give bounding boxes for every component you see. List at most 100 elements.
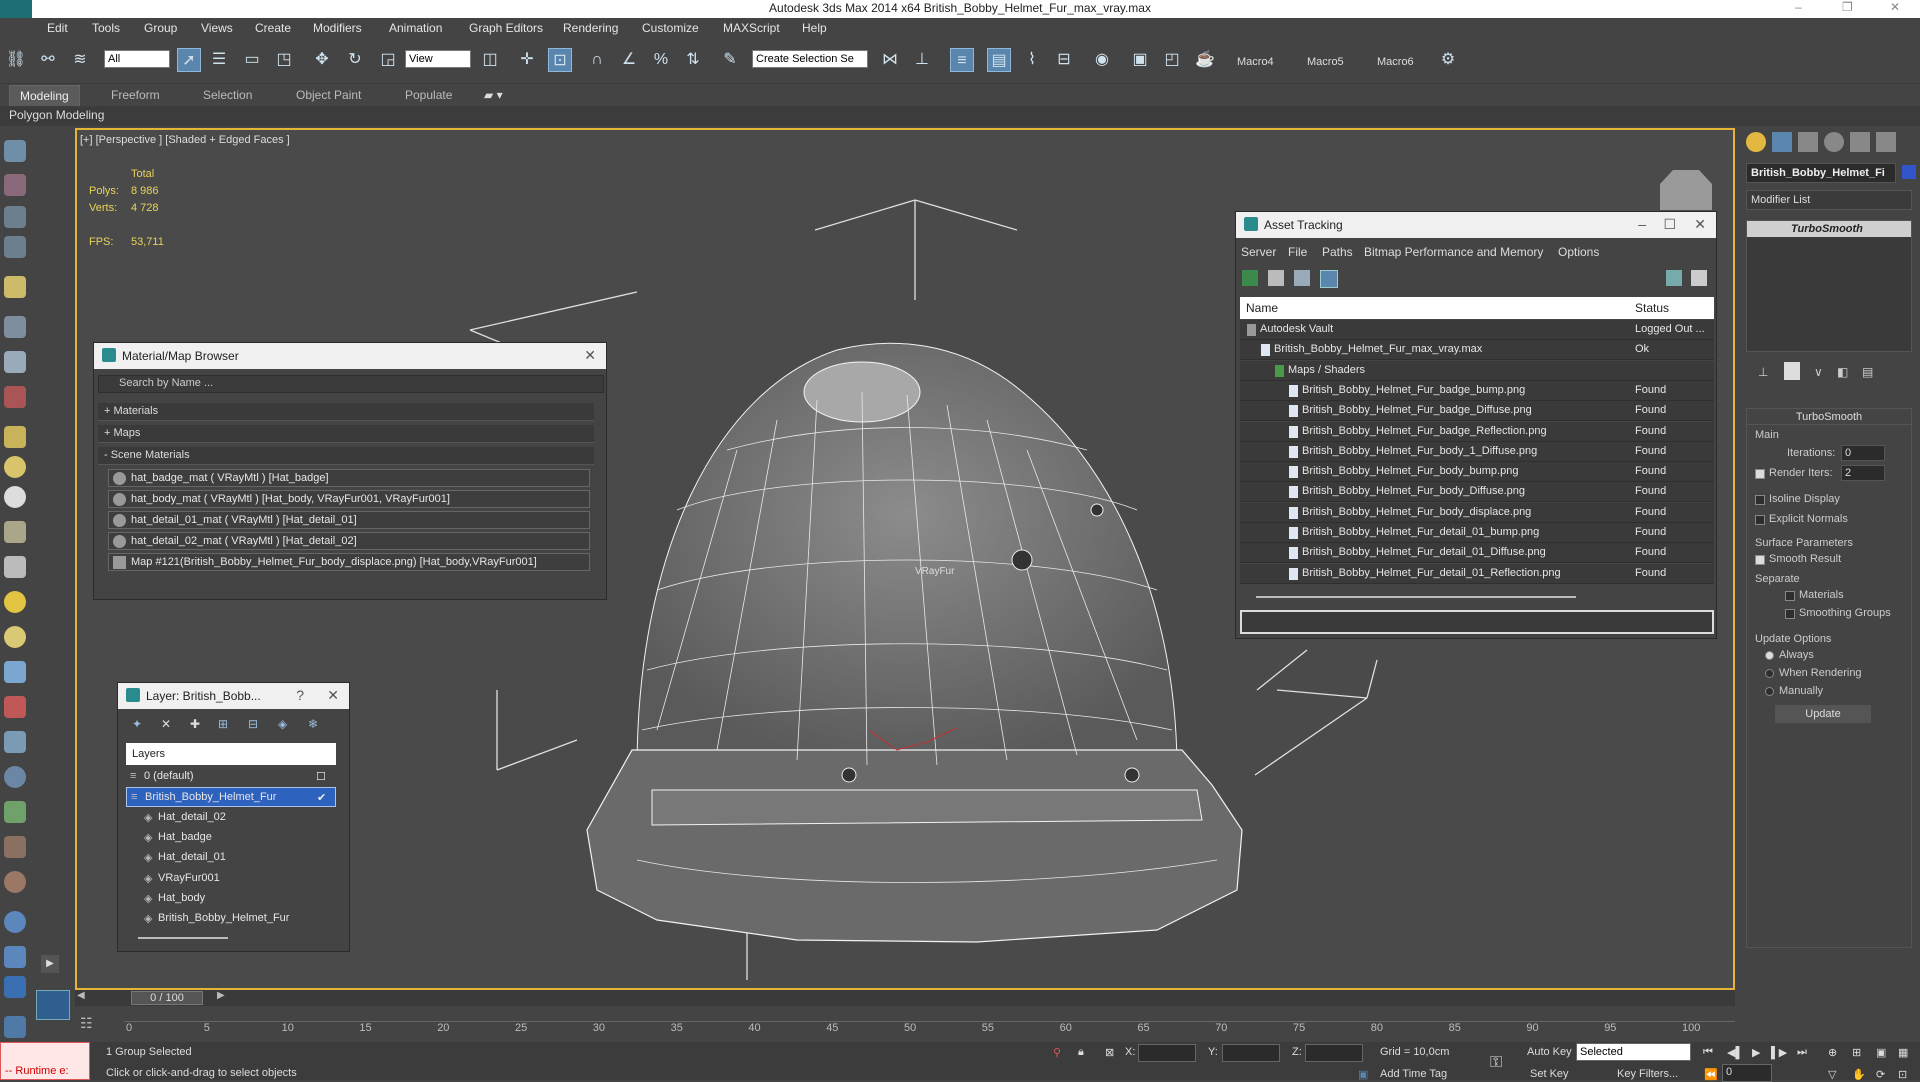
motion-tab-icon[interactable] xyxy=(1824,132,1844,152)
render-iters-checkbox[interactable] xyxy=(1755,469,1765,479)
y-coordinate-field[interactable] xyxy=(1222,1044,1280,1062)
iterations-spinner[interactable]: 0 xyxy=(1841,445,1885,461)
orbit-icon[interactable]: ⟳ xyxy=(1876,1068,1885,1081)
helmet-model[interactable] xyxy=(586,342,1243,943)
time-slider[interactable]: ◀ 0 / 100 ▶ xyxy=(75,990,1735,1006)
named-selection-set-dropdown[interactable]: Create Selection Se xyxy=(752,50,868,68)
menu-tools[interactable]: Tools xyxy=(92,21,120,35)
rendered-frame-window-icon[interactable]: ◰ xyxy=(1160,48,1184,72)
cone-icon[interactable] xyxy=(4,556,26,578)
help-button[interactable]: ? xyxy=(296,687,304,703)
zoom-extents-all-icon[interactable]: ▦ xyxy=(1898,1046,1908,1059)
key-mode-dropdown[interactable]: Selected xyxy=(1576,1043,1691,1061)
foliage-icon[interactable] xyxy=(4,801,26,823)
snaps-toggle-icon[interactable]: ∩ xyxy=(585,48,609,72)
material-browser-titlebar[interactable]: Material/Map Browser ✕ xyxy=(94,343,606,369)
column-name[interactable]: Name xyxy=(1246,301,1278,315)
macro6-button[interactable]: Macro6 xyxy=(1377,56,1414,68)
turbosmooth-stack-item[interactable]: TurboSmooth xyxy=(1747,221,1911,237)
list-view-icon[interactable] xyxy=(1268,270,1284,286)
torus-icon[interactable] xyxy=(4,486,26,508)
menu-edit[interactable]: Edit xyxy=(47,21,68,35)
edit-named-selection-icon[interactable]: ✎ xyxy=(718,48,742,72)
asset-menu-server[interactable]: Server xyxy=(1241,245,1276,259)
always-radio[interactable] xyxy=(1765,651,1774,660)
vray-light-icon[interactable] xyxy=(4,976,26,998)
menu-group[interactable]: Group xyxy=(144,21,177,35)
layer-row[interactable]: ≡ 0 (default) ☐ xyxy=(126,767,336,787)
help-icon[interactable] xyxy=(1666,270,1682,286)
menu-modifiers[interactable]: Modifiers xyxy=(313,21,362,35)
absolute-mode-icon[interactable]: ⊠ xyxy=(1105,1046,1114,1059)
configure-sets-icon[interactable]: ▤ xyxy=(1862,365,1873,379)
column-status[interactable]: Status xyxy=(1635,301,1669,315)
zoom-extents-icon[interactable]: ▣ xyxy=(1876,1046,1886,1059)
layer-object-row[interactable]: ◈ Hat_detail_01 xyxy=(126,848,336,868)
maxscript-listener[interactable]: -- Runtime e: xyxy=(0,1042,90,1080)
menu-maxscript[interactable]: MAXScript xyxy=(723,21,780,35)
asset-row[interactable]: British_Bobby_Helmet_Fur_badge_Reflectio… xyxy=(1240,421,1714,442)
current-layer-box-icon[interactable]: ☐ xyxy=(316,770,326,783)
maps-section[interactable]: + Maps xyxy=(98,425,594,443)
render-production-icon[interactable]: ☕ xyxy=(1193,48,1217,72)
explicit-normals-checkbox[interactable] xyxy=(1755,515,1765,525)
tab-selection[interactable]: Selection xyxy=(203,88,252,102)
manually-radio[interactable] xyxy=(1765,687,1774,696)
selection-lock-icon[interactable]: 🔒︎ xyxy=(1078,1046,1084,1059)
selection-filter-dropdown[interactable]: All xyxy=(104,50,170,68)
prev-frame-icon[interactable]: ◀ xyxy=(77,990,85,1001)
scene-materials-section[interactable]: - Scene Materials xyxy=(98,447,594,465)
angle-snap-icon[interactable]: ∠ xyxy=(617,48,641,72)
refresh-icon[interactable] xyxy=(1242,270,1258,286)
maximize-button[interactable]: ❐ xyxy=(1842,0,1853,14)
auto-key-button[interactable]: Auto Key xyxy=(1527,1046,1572,1058)
rotate-icon[interactable]: ↻ xyxy=(343,48,367,72)
materials-checkbox[interactable] xyxy=(1785,591,1795,601)
settings-icon[interactable] xyxy=(1691,270,1707,286)
layer-object-row[interactable]: ◈ Hat_body xyxy=(126,889,336,909)
layer-object-row[interactable]: ◈ VRayFur001 xyxy=(126,869,336,889)
asset-row[interactable]: British_Bobby_Helmet_Fur_badge_bump.png F… xyxy=(1240,380,1714,401)
material-item[interactable]: Map #121(British_Bobby_Helmet_Fur_body_d… xyxy=(108,553,590,571)
hedra-icon[interactable] xyxy=(4,521,26,543)
asset-row[interactable]: Autodesk Vault Logged Out ... xyxy=(1240,320,1714,340)
render-setup-icon[interactable]: ▣ xyxy=(1128,48,1152,72)
key-icon[interactable]: ⚿ xyxy=(1490,1054,1502,1072)
material-item[interactable]: hat_body_mat ( VRayMtl ) [Hat_body, VRay… xyxy=(108,490,590,508)
tab-populate[interactable]: Populate xyxy=(405,88,452,102)
rectangular-selection-icon[interactable]: ▭ xyxy=(240,48,264,72)
scale-icon[interactable]: ◲ xyxy=(376,48,400,72)
remove-modifier-icon[interactable]: ◧ xyxy=(1837,365,1848,379)
reference-coordinate-dropdown[interactable]: View xyxy=(405,50,471,68)
vray-proxy-icon[interactable] xyxy=(4,946,26,968)
asset-menu-options[interactable]: Options xyxy=(1558,245,1599,259)
toggle-ribbon-icon[interactable]: ▤ xyxy=(987,48,1011,72)
modify-tab-icon[interactable] xyxy=(1772,132,1792,152)
minimize-button[interactable]: – xyxy=(1795,0,1802,14)
make-unique-icon[interactable]: ∨ xyxy=(1814,365,1823,379)
render-iters-spinner[interactable]: 2 xyxy=(1841,465,1885,481)
box-icon[interactable] xyxy=(4,426,26,448)
layer-object-row[interactable]: ◈ British_Bobby_Helmet_Fur xyxy=(126,909,336,929)
polygon-modeling-label[interactable]: Polygon Modeling xyxy=(9,108,105,122)
asset-menu-paths[interactable]: Paths xyxy=(1322,245,1353,259)
asset-row[interactable]: British_Bobby_Helmet_Fur_detail_01_bump.… xyxy=(1240,523,1714,543)
globe-icon[interactable] xyxy=(4,766,26,788)
close-icon[interactable]: ✕ xyxy=(584,347,596,364)
delete-layer-icon[interactable]: ✕ xyxy=(161,717,171,731)
object-name-field[interactable]: British_Bobby_Helmet_Fi xyxy=(1746,163,1896,183)
time-tag-icon[interactable]: ▣ xyxy=(1358,1068,1368,1081)
material-item[interactable]: hat_detail_01_mat ( VRayMtl ) [Hat_detai… xyxy=(108,511,590,529)
hierarchy-tab-icon[interactable] xyxy=(1798,132,1818,152)
select-objects-icon[interactable]: ⊞ xyxy=(218,717,228,731)
add-to-layer-icon[interactable]: ✚ xyxy=(190,717,200,731)
expand-arrow-icon[interactable]: ▶ xyxy=(41,955,59,973)
zoom-all-icon[interactable]: ⊞ xyxy=(1852,1046,1861,1059)
asset-row[interactable]: British_Bobby_Helmet_Fur_body_Diffuse.pn… xyxy=(1240,482,1714,503)
isoline-checkbox[interactable] xyxy=(1755,495,1765,505)
time-slider-thumb[interactable]: 0 / 100 xyxy=(131,991,203,1005)
systems-icon[interactable] xyxy=(4,386,26,408)
material-item[interactable]: hat_badge_mat ( VRayMtl ) [Hat_badge] xyxy=(108,469,590,487)
smoothing-groups-checkbox[interactable] xyxy=(1785,609,1795,619)
menu-animation[interactable]: Animation xyxy=(389,21,442,35)
